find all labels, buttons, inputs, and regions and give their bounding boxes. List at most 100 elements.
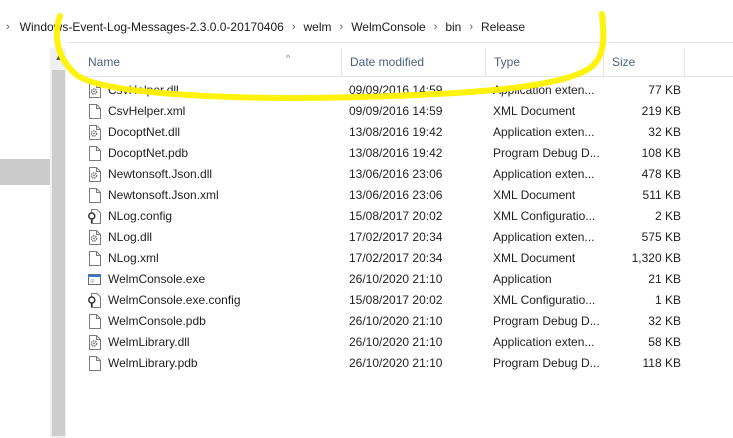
dll-gear-icon: [88, 83, 101, 98]
file-row[interactable]: NLog.config 15/08/2017 20:02 XML Configu…: [80, 206, 733, 227]
chevron-right-icon[interactable]: ›: [340, 21, 344, 33]
file-name-cell[interactable]: Newtonsoft.Json.dll: [88, 164, 338, 185]
file-date: 26/10/2020 21:10: [349, 314, 443, 328]
file-row[interactable]: DocoptNet.pdb 13/08/2016 19:42 Program D…: [80, 143, 733, 164]
scroll-up-arrow-icon[interactable]: ▲: [52, 50, 65, 66]
file-size: 32 KB: [648, 125, 681, 139]
file-type: Program Debug D...: [493, 356, 600, 370]
column-header-size-label: Size: [612, 55, 636, 69]
file-row[interactable]: CsvHelper.xml 09/09/2016 14:59 XML Docum…: [80, 101, 733, 122]
chevron-right-icon[interactable]: ›: [292, 21, 296, 33]
file-name-cell[interactable]: CsvHelper.xml: [88, 101, 338, 122]
file-name[interactable]: DocoptNet.pdb: [108, 143, 188, 164]
column-header-date[interactable]: Date modified: [342, 48, 485, 76]
column-headers: Name ^ Date modified Type Size: [80, 48, 733, 77]
column-header-name[interactable]: Name ^: [80, 48, 341, 76]
file-name[interactable]: Newtonsoft.Json.dll: [108, 164, 212, 185]
file-size: 478 KB: [641, 167, 681, 181]
file-size: 575 KB: [641, 230, 681, 244]
file-row[interactable]: Newtonsoft.Json.xml 13/06/2016 23:06 XML…: [80, 185, 733, 206]
file-name[interactable]: NLog.dll: [108, 227, 152, 248]
document-icon: [88, 314, 101, 329]
file-name-cell[interactable]: DocoptNet.pdb: [88, 143, 338, 164]
file-size: 58 KB: [648, 335, 681, 349]
file-type: XML Configuratio...: [493, 293, 596, 307]
file-name-cell[interactable]: WelmConsole.pdb: [88, 311, 338, 332]
breadcrumb-item-root[interactable]: Windows-Event-Log-Messages-2.3.0.0-20170…: [20, 20, 284, 34]
document-icon: [88, 104, 101, 119]
breadcrumb-item-bin[interactable]: bin: [445, 20, 461, 34]
column-divider[interactable]: [684, 48, 685, 76]
dll-gear-icon: [88, 167, 101, 182]
file-name-cell[interactable]: NLog.xml: [88, 248, 338, 269]
file-date: 26/10/2020 21:10: [349, 272, 443, 286]
file-date: 17/02/2017 20:34: [349, 230, 443, 244]
sort-ascending-icon: ^: [286, 53, 291, 63]
file-name-cell[interactable]: CsvHelper.dll: [88, 80, 338, 101]
file-row[interactable]: CsvHelper.dll 09/09/2016 14:59 Applicati…: [80, 80, 733, 101]
chevron-right-icon[interactable]: ›: [434, 21, 438, 33]
file-type: Application exten...: [493, 167, 595, 181]
file-name-cell[interactable]: WelmLibrary.pdb: [88, 353, 338, 374]
file-row[interactable]: DocoptNet.dll 13/08/2016 19:42 Applicati…: [80, 122, 733, 143]
file-type: Application exten...: [493, 230, 595, 244]
file-list: CsvHelper.dll 09/09/2016 14:59 Applicati…: [80, 80, 733, 374]
file-name[interactable]: WelmConsole.exe: [108, 269, 205, 290]
file-row[interactable]: NLog.dll 17/02/2017 20:34 Application ex…: [80, 227, 733, 248]
breadcrumb-item-welmconsole[interactable]: WelmConsole: [351, 20, 425, 34]
file-date: 13/06/2016 23:06: [349, 188, 443, 202]
file-date: 26/10/2020 21:10: [349, 335, 443, 349]
file-row[interactable]: WelmConsole.exe.config 15/08/2017 20:02 …: [80, 290, 733, 311]
config-icon: [88, 293, 101, 308]
file-row[interactable]: WelmConsole.exe 26/10/2020 21:10 Applica…: [80, 269, 733, 290]
file-name-cell[interactable]: WelmConsole.exe: [88, 269, 338, 290]
file-name-cell[interactable]: NLog.dll: [88, 227, 338, 248]
document-icon: [88, 356, 101, 371]
file-size: 511 KB: [642, 188, 681, 202]
document-icon: [88, 251, 101, 266]
file-name[interactable]: WelmLibrary.dll: [108, 332, 190, 353]
breadcrumb-item-welm[interactable]: welm: [304, 20, 332, 34]
chevron-right-icon[interactable]: ›: [6, 21, 10, 33]
file-date: 09/09/2016 14:59: [349, 104, 443, 118]
column-header-type[interactable]: Type: [486, 48, 603, 76]
file-name-cell[interactable]: Newtonsoft.Json.xml: [88, 185, 338, 206]
file-size: 118 KB: [642, 356, 681, 370]
nav-scrollbar-thumb[interactable]: [52, 70, 65, 436]
file-date: 26/10/2020 21:10: [349, 356, 443, 370]
file-size: 21 KB: [648, 272, 681, 286]
file-name-cell[interactable]: NLog.config: [88, 206, 338, 227]
file-type: Application exten...: [493, 335, 595, 349]
file-row[interactable]: NLog.xml 17/02/2017 20:34 XML Document 1…: [80, 248, 733, 269]
file-type: XML Configuratio...: [493, 209, 596, 223]
chevron-right-icon[interactable]: ›: [469, 21, 473, 33]
file-name[interactable]: CsvHelper.xml: [108, 101, 185, 122]
file-name-cell[interactable]: DocoptNet.dll: [88, 122, 338, 143]
file-name-cell[interactable]: WelmLibrary.dll: [88, 332, 338, 353]
file-date: 13/08/2016 19:42: [349, 146, 443, 160]
file-row[interactable]: WelmConsole.pdb 26/10/2020 21:10 Program…: [80, 311, 733, 332]
file-date: 15/08/2017 20:02: [349, 209, 443, 223]
file-name[interactable]: Newtonsoft.Json.xml: [108, 185, 219, 206]
file-type: Program Debug D...: [493, 146, 600, 160]
nav-selected-item[interactable]: [0, 159, 50, 185]
file-type: Application: [493, 272, 552, 286]
file-name[interactable]: NLog.xml: [108, 248, 159, 269]
file-name-cell[interactable]: WelmConsole.exe.config: [88, 290, 338, 311]
column-header-size[interactable]: Size: [604, 48, 684, 76]
exe-icon: [88, 272, 101, 287]
file-name[interactable]: WelmLibrary.pdb: [108, 353, 198, 374]
file-name[interactable]: NLog.config: [108, 206, 172, 227]
file-name[interactable]: WelmConsole.pdb: [108, 311, 206, 332]
file-name[interactable]: WelmConsole.exe.config: [108, 290, 241, 311]
file-size: 2 KB: [654, 209, 681, 223]
file-size: 219 KB: [641, 104, 681, 118]
file-size: 1,320 KB: [631, 251, 681, 265]
breadcrumb-item-release[interactable]: Release: [481, 20, 525, 34]
file-row[interactable]: WelmLibrary.dll 26/10/2020 21:10 Applica…: [80, 332, 733, 353]
file-row[interactable]: WelmLibrary.pdb 26/10/2020 21:10 Program…: [80, 353, 733, 374]
address-bar[interactable]: › Windows-Event-Log-Messages-2.3.0.0-201…: [0, 0, 733, 43]
file-row[interactable]: Newtonsoft.Json.dll 13/06/2016 23:06 App…: [80, 164, 733, 185]
file-name[interactable]: DocoptNet.dll: [108, 122, 180, 143]
file-name[interactable]: CsvHelper.dll: [108, 80, 179, 101]
